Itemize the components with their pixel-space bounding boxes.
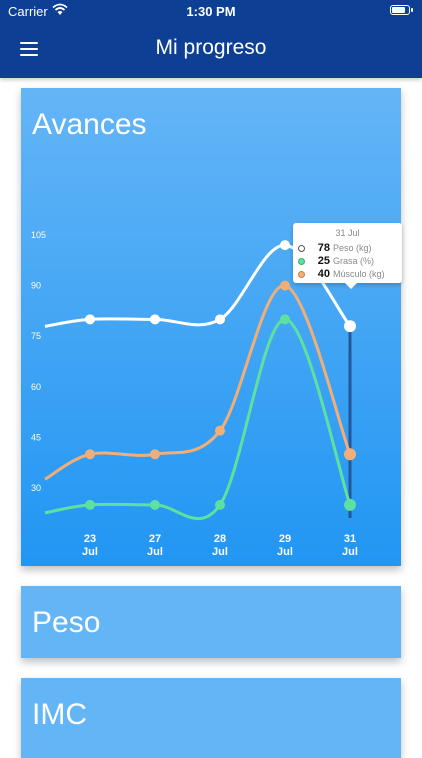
imc-card[interactable]: IMC: [21, 678, 401, 758]
data-point-grasa[interactable]: [344, 498, 356, 511]
y-tick-label: 90: [31, 281, 41, 291]
data-point-musculo[interactable]: [85, 449, 95, 460]
x-tick-label: Jul: [147, 546, 163, 558]
x-tick-label: 28: [214, 533, 226, 545]
x-tick-label: Jul: [212, 546, 228, 558]
tooltip-peso-label: Peso (kg): [333, 243, 372, 253]
musculo-legend-dot: [298, 270, 305, 278]
y-tick-label: 105: [31, 230, 46, 240]
tooltip-grasa-label: Grasa (%): [333, 256, 375, 266]
x-tick-label: Jul: [342, 546, 358, 558]
tooltip-row-peso: 78 Peso (kg): [298, 242, 372, 254]
imc-card-title: IMC: [32, 698, 87, 731]
tooltip-grasa-value: 25: [317, 255, 330, 267]
data-point-peso[interactable]: [344, 320, 356, 333]
data-point-peso[interactable]: [150, 314, 160, 325]
tooltip-date: 31 Jul: [335, 228, 360, 238]
battery-icon: [390, 5, 413, 15]
grasa-legend-dot: [298, 257, 305, 265]
x-tick-label: 27: [149, 533, 161, 545]
y-tick-label: 30: [31, 483, 41, 493]
data-point-peso[interactable]: [215, 314, 225, 325]
data-point-grasa[interactable]: [85, 499, 95, 510]
x-tick-label: 23: [84, 533, 96, 545]
tooltip-row-musculo: 40 Músculo (kg): [298, 268, 385, 280]
peso-legend-dot: [298, 244, 305, 252]
peso-card[interactable]: Peso: [21, 586, 401, 658]
data-point-musculo[interactable]: [150, 449, 160, 460]
data-point-musculo[interactable]: [215, 425, 225, 436]
y-tick-label: 45: [31, 432, 41, 442]
tooltip-musculo-label: Músculo (kg): [333, 269, 385, 279]
data-point-peso[interactable]: [280, 240, 290, 251]
status-bar: Carrier 1:30 PM: [0, 0, 422, 22]
x-tick-label: Jul: [82, 546, 98, 558]
data-point-grasa[interactable]: [150, 499, 160, 510]
page-title: Mi progreso: [155, 36, 267, 59]
x-tick-label: Jul: [277, 546, 293, 558]
data-point-grasa[interactable]: [280, 314, 290, 325]
tooltip-peso-value: 78: [317, 242, 330, 254]
data-point-grasa[interactable]: [215, 499, 225, 510]
progress-line-chart[interactable]: 304560759010523Jul27Jul28Jul29Jul31Jul: [21, 88, 401, 566]
data-point-musculo[interactable]: [344, 448, 356, 461]
clock-time: 1:30 PM: [186, 4, 236, 19]
navigation-bar: Mi progreso: [0, 22, 422, 78]
avances-card: Avances 30 45 60 75 90 105 23 Jul 27 Jul 28 Jul 29 Ju…: [21, 88, 402, 566]
peso-card-title: Peso: [32, 606, 101, 639]
x-tick-label: 31: [344, 533, 356, 545]
data-point-musculo[interactable]: [280, 280, 290, 291]
tooltip-row-grasa: 25 Grasa (%): [298, 255, 374, 267]
x-tick-label: 29: [279, 533, 291, 545]
data-point-peso[interactable]: [85, 314, 95, 325]
y-tick-label: 75: [31, 331, 41, 341]
chart-tooltip: 31 Jul 78 Peso (kg) 25 Grasa (%) 40 Músculo…: [293, 223, 402, 289]
tooltip-musculo-value: 40: [317, 268, 330, 280]
y-tick-label: 60: [31, 382, 41, 392]
series-line-grasa: [44, 317, 352, 521]
